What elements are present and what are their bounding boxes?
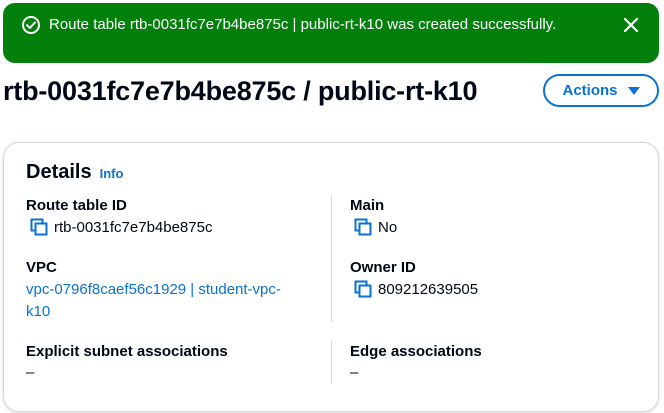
actions-button-label: Actions xyxy=(562,82,618,99)
info-link[interactable]: Info xyxy=(100,166,124,181)
owner-id-label: Owner ID xyxy=(350,259,416,276)
actions-button[interactable]: Actions xyxy=(543,74,659,107)
vpc-link[interactable]: vpc-0796f8caef56c1929 | student-vpc- k10 xyxy=(26,279,316,323)
column-divider xyxy=(331,340,332,383)
column-divider xyxy=(331,195,332,322)
edge-associations-value: – xyxy=(350,364,359,381)
flash-message: Route table rtb-0031fc7e7b4be875c | publ… xyxy=(49,16,557,33)
details-heading: Details xyxy=(26,161,92,183)
route-table-id-value: rtb-0031fc7e7b4be875c xyxy=(30,218,212,236)
explicit-subnet-associations-value: – xyxy=(26,364,35,381)
explicit-subnet-associations-label: Explicit subnet associations xyxy=(26,343,228,360)
route-table-id-label: Route table ID xyxy=(26,197,127,214)
check-circle-icon xyxy=(22,16,40,34)
vpc-link-line2: k10 xyxy=(26,303,51,320)
route-table-id-text: rtb-0031fc7e7b4be875c xyxy=(54,218,213,236)
close-icon[interactable] xyxy=(621,15,641,35)
page-title: rtb-0031fc7e7b4be875c / public-rt-k10 xyxy=(3,76,478,106)
edge-associations-label: Edge associations xyxy=(350,343,482,360)
copy-icon[interactable] xyxy=(354,218,372,236)
main-text: No xyxy=(378,218,398,236)
vpc-label: VPC xyxy=(26,259,57,276)
success-flash-banner: Route table rtb-0031fc7e7b4be875c | publ… xyxy=(3,3,659,63)
owner-id-value: 809212639505 xyxy=(354,280,478,298)
details-header: Details Info xyxy=(26,161,123,184)
caret-down-icon xyxy=(627,86,640,95)
main-value: No xyxy=(354,218,397,236)
owner-id-text: 809212639505 xyxy=(378,280,479,298)
copy-icon[interactable] xyxy=(30,218,48,236)
copy-icon[interactable] xyxy=(354,280,372,298)
vpc-link-line1: vpc-0796f8caef56c1929 | student-vpc- xyxy=(26,281,281,298)
main-label: Main xyxy=(350,197,385,214)
details-panel: Details Info Route table ID rtb-0031fc7e… xyxy=(3,142,659,412)
